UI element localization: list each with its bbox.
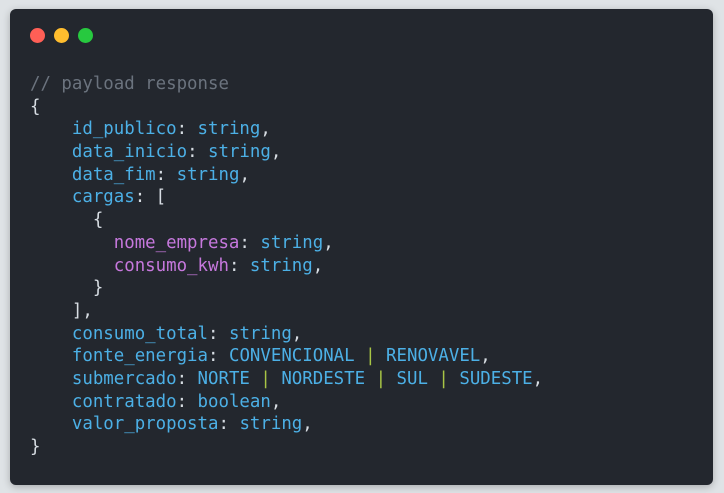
code-comment: // payload response (30, 74, 229, 94)
enum-value: SUDESTE (459, 368, 533, 389)
field-type: string (197, 119, 261, 140)
enum-value: CONVENCIONAL (228, 346, 355, 367)
open-brace: { (30, 96, 41, 117)
field-line-contratado: contratado: boolean, (71, 391, 282, 412)
code-block: // payload response{ id_publico: string,… (30, 73, 543, 459)
field-key: consumo_total (71, 323, 209, 344)
field-type: boolean (197, 391, 271, 412)
item-open-brace: { (92, 210, 104, 231)
field-line-submercado: submercado: NORTE | NORDESTE | SUL | SUD… (71, 368, 544, 389)
field-type: string (239, 414, 303, 435)
field-line-data-fim: data_fim: string, (71, 164, 250, 185)
field-key: data_fim (71, 164, 156, 185)
field-line-nome-empresa: nome_empresa: string, (113, 232, 334, 253)
field-type: string (176, 164, 240, 185)
field-type: string (228, 323, 292, 344)
field-line-valor-proposta: valor_proposta: string, (71, 414, 313, 435)
field-key: cargas (71, 187, 135, 208)
field-key: id_publico (71, 119, 177, 140)
item-close-line: } (30, 277, 543, 300)
maximize-window-icon[interactable] (78, 28, 93, 43)
enum-value: NORDESTE (281, 368, 366, 389)
item-open-line: { (30, 209, 543, 232)
field-line-data-inicio: data_inicio: string, (71, 142, 282, 163)
code-window: // payload response{ id_publico: string,… (10, 9, 713, 485)
nested-field-key: consumo_kwh (113, 255, 229, 276)
field-line-consumo-kwh: consumo_kwh: string, (113, 255, 324, 276)
field-type: string (249, 255, 313, 276)
array-open: [ (155, 187, 167, 208)
field-key: submercado (71, 368, 177, 389)
field-line-cargas: cargas: [ (71, 187, 167, 208)
close-window-icon[interactable] (30, 28, 45, 43)
window-controls (30, 28, 93, 44)
enum-value: RENOVAVEL (386, 346, 481, 367)
minimize-window-icon[interactable] (54, 28, 69, 43)
array-close: ], (71, 300, 93, 321)
field-key: fonte_energia (71, 346, 209, 367)
enum-value: SUL (396, 368, 428, 389)
field-line-consumo-total: consumo_total: string, (71, 323, 303, 344)
close-brace: } (30, 437, 41, 457)
field-line-fonte-energia: fonte_energia: CONVENCIONAL | RENOVAVEL, (71, 346, 491, 367)
field-key: contratado (71, 391, 177, 412)
array-close-line: ], (30, 300, 543, 323)
enum-value: NORTE (197, 368, 250, 389)
item-close-brace: } (92, 278, 104, 299)
field-type: string (208, 142, 271, 163)
field-type: string (260, 232, 324, 253)
nested-field-key: nome_empresa (113, 232, 240, 253)
field-key: valor_proposta (71, 414, 219, 435)
field-line-id-publico: id_publico: string, (71, 119, 271, 140)
field-key: data_inicio (71, 142, 188, 163)
